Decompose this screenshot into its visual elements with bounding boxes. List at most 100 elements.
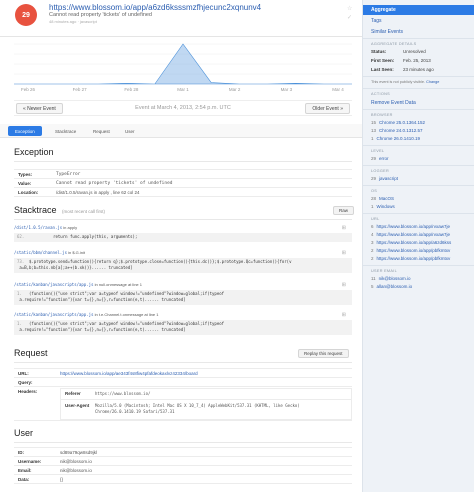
sidebar-item-similar-events[interactable]: Similar Events [371, 29, 403, 35]
divider [363, 109, 474, 110]
expand-icon[interactable]: ⊞ [342, 250, 346, 256]
user-email-stat[interactable]: 5 allan@blossom.io [371, 284, 412, 289]
os-stat[interactable]: 1 Windows [371, 204, 395, 209]
chart-svg: Feb 26 Feb 27 Feb 28 Mar 1 Mar 2 Mar 3 Mar 4 [14, 43, 352, 92]
os-stat[interactable]: 28 MacOS [371, 196, 394, 201]
stack-frame-header[interactable]: /static/kanban/javascripts/app.js in t.e… [14, 312, 352, 319]
frame-file[interactable]: /static/kanban/javascripts/app.js [14, 312, 93, 317]
url-label: URL: [18, 371, 29, 376]
stat-link[interactable]: Windows [377, 204, 395, 209]
stat-link[interactable]: https://www.blossom.io/app/pbfkmtxv [377, 248, 451, 253]
expand-icon[interactable]: ⊞ [342, 225, 346, 231]
sidebar-item-tags[interactable]: Tags [371, 18, 382, 24]
stat-link[interactable]: Chrome 24.0.1312.57 [379, 128, 423, 133]
stat-link[interactable]: https://www.blossom.io/app/a6zd6kss [377, 240, 452, 245]
sidebar-item-aggregate[interactable]: Aggregate [363, 5, 474, 15]
divider [363, 265, 474, 266]
divider [61, 399, 351, 400]
stat-link[interactable]: https://www.blossom.io/app/rvxaw7je [377, 232, 451, 237]
replay-request-button[interactable]: Replay this request [298, 349, 349, 358]
stat-count: 5 [371, 284, 374, 289]
stat-link[interactable]: MacOS [379, 196, 394, 201]
tab-stacktrace[interactable]: Stacktrace [48, 126, 83, 136]
sidebar: Aggregate Tags Similar Events AGGREGATE … [362, 0, 474, 492]
url-stat[interactable]: 2 https://www.blossom.io/app/pbfkmtxv [371, 256, 450, 261]
raw-button[interactable]: Raw [333, 206, 355, 215]
bookmark-icon[interactable]: ☆ [347, 5, 352, 12]
stat-link[interactable]: nik@blossom.io [379, 276, 411, 281]
user-key: Email: [18, 468, 32, 473]
stat-link[interactable]: allan@blossom.io [377, 284, 413, 289]
url-stat[interactable]: 2 https://www.blossom.io/app/pbfkmtxv [371, 248, 450, 253]
stat-count: 29 [371, 176, 377, 181]
remove-event-data-link[interactable]: Remove Event Data [371, 100, 416, 106]
os-heading: OS [371, 189, 378, 193]
divider [363, 38, 474, 39]
url-stat[interactable]: 6 https://www.blossom.io/app/rvxaw7je [371, 224, 450, 229]
frame-file[interactable]: /dist/1.0.5/ravan.js [14, 225, 62, 230]
user-heading: User [14, 428, 34, 438]
stat-count: 11 [371, 276, 376, 281]
public-visibility-note: This event is not publicly visible. Chan… [371, 80, 439, 84]
browser-stat[interactable]: 1 Chrome 26.0.1410.19 [371, 136, 420, 141]
request-url-link[interactable]: https://www.blossom.io/app/ae343f4s8fiw4… [60, 371, 198, 376]
headers-label: Headers: [18, 389, 38, 394]
frame-file[interactable]: /static/bbm/channel.js [14, 250, 67, 255]
stack-frame-header[interactable]: /static/kanban/javascripts/app.js in nul… [14, 282, 352, 289]
header-key: User-Agent [65, 403, 90, 408]
chart-tick-label: Mar 3 [281, 87, 293, 92]
tab-request[interactable]: Request [86, 126, 117, 136]
exception-value: /dist/1.0.5/ravan.js in apply , line 62 … [56, 190, 140, 195]
chart-tick-label: Mar 4 [332, 87, 344, 92]
level-stat[interactable]: 29 error [371, 156, 389, 161]
stacktrace-subheading: (most recent call first) [62, 209, 106, 214]
stat-link[interactable]: Chrome 25.0.1364.152 [379, 120, 425, 125]
event-meta: 48 minutes ago · javascript [49, 19, 97, 24]
user-email-stat[interactable]: 11 nik@blossom.io [371, 276, 411, 281]
event-header: 29 https://www.blossom.io/app/a6zd6ksssm… [0, 0, 362, 37]
divider [14, 442, 352, 443]
stat-link[interactable]: error [379, 156, 389, 161]
stat-link[interactable]: https://www.blossom.io/app/pbfkmtxv [377, 256, 451, 261]
chart-tick-label: Feb 27 [73, 87, 88, 92]
first-seen-value: Feb. 25, 2013 [403, 58, 431, 63]
frame-function: in t.e.Channel.t.onmessage at line 1 [94, 312, 159, 317]
browser-heading: BROWSER [371, 113, 393, 117]
browser-stat[interactable]: 13 Chrome 24.0.1312.57 [371, 128, 423, 133]
change-visibility-link[interactable]: Change [426, 80, 439, 84]
exception-row: Location: /dist/1.0.5/ravan.js in apply … [14, 187, 352, 197]
expand-icon[interactable]: ⊞ [342, 312, 346, 318]
stat-link[interactable]: javascript [379, 176, 398, 181]
tab-user[interactable]: User [118, 126, 142, 136]
stat-count: 1 [371, 136, 374, 141]
code-line: return func.apply(this, arguments); [29, 234, 138, 239]
resolve-icon[interactable]: ✓ [347, 14, 352, 21]
status-value: Unresolved [403, 49, 426, 54]
frame-function: in apply [63, 225, 78, 230]
browser-stat[interactable]: 15 Chrome 25.0.1364.152 [371, 120, 425, 125]
user-row: Username: nik@blossom.io [14, 456, 352, 465]
headers-table: Referer https://www.blossom.io/ User-Age… [60, 388, 352, 420]
logger-stat[interactable]: 29 javascript [371, 176, 398, 181]
stat-link[interactable]: https://www.blossom.io/app/rvxaw7je [377, 224, 451, 229]
divider [363, 185, 474, 186]
frame-file[interactable]: /static/kanban/javascripts/app.js [14, 282, 93, 287]
header-value: https://www.blossom.io/ [95, 391, 151, 396]
stacktrace-heading: Stacktrace [14, 205, 57, 215]
expand-icon[interactable]: ⊞ [342, 282, 346, 288]
tab-exception[interactable]: Exception [8, 126, 42, 136]
stack-frame-header[interactable]: /static/bbm/channel.js in $.G.init ⊞ [14, 250, 352, 257]
newer-event-button[interactable]: « Newer Event [16, 103, 63, 114]
code-line: $.prototype.send=function(){return q};$.… [19, 259, 292, 270]
divider [363, 165, 474, 166]
older-event-button[interactable]: Older Event » [305, 103, 350, 114]
event-title[interactable]: https://www.blossom.io/app/a6zd6ksssmzfh… [49, 3, 261, 12]
chart-tick-label: Mar 1 [177, 87, 189, 92]
stat-link[interactable]: Chrome 26.0.1410.19 [377, 136, 421, 141]
stat-count: 3 [371, 240, 374, 245]
user-key: ID: [18, 450, 24, 455]
url-stat[interactable]: 4 https://www.blossom.io/app/rvxaw7je [371, 232, 450, 237]
stat-count: 4 [371, 232, 374, 237]
url-stat[interactable]: 3 https://www.blossom.io/app/a6zd6kss [371, 240, 451, 245]
stack-frame-header[interactable]: /dist/1.0.5/ravan.js in apply ⊞ [14, 225, 352, 232]
